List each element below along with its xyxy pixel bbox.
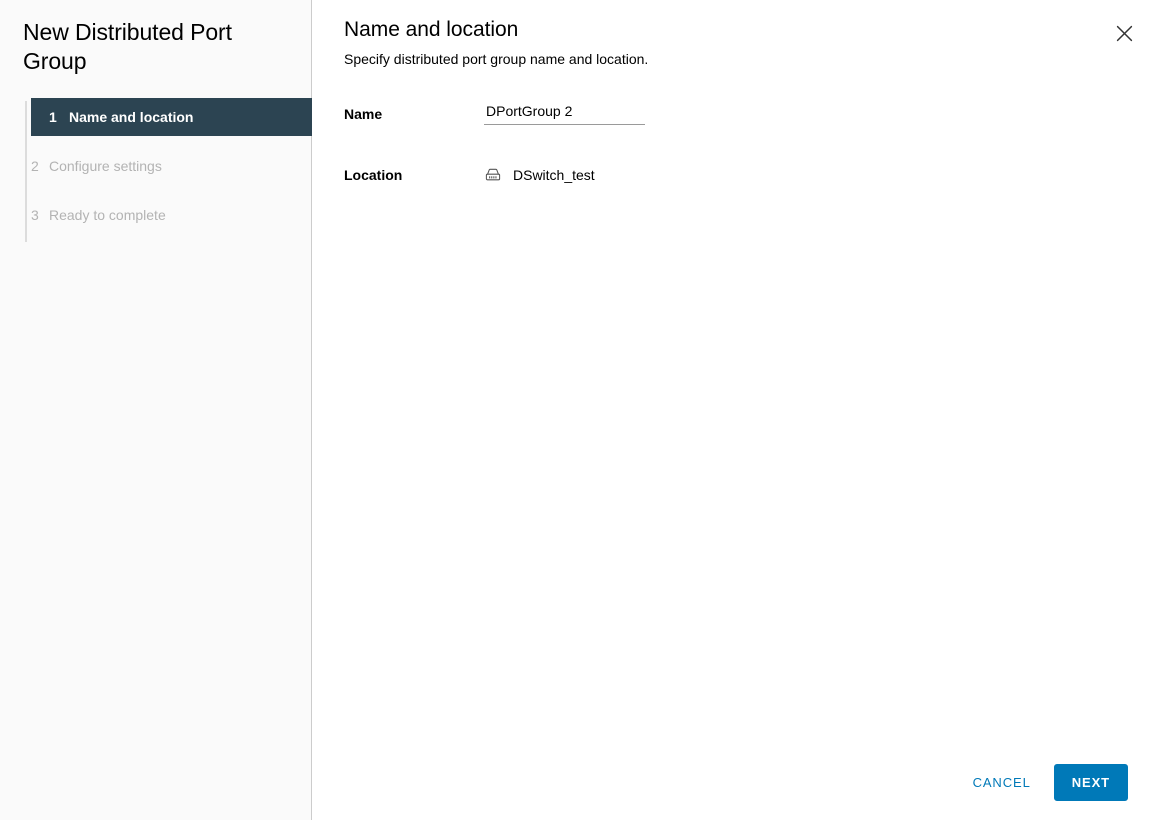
page-subtitle: Specify distributed port group name and …: [344, 51, 649, 67]
name-and-location-form: Name Location: [312, 103, 1151, 196]
page-header: Name and location Specify distributed po…: [312, 0, 1151, 69]
new-distributed-port-group-wizard: New Distributed Port Group 1 Name and lo…: [0, 0, 1151, 820]
location-field-control: DSwitch_test: [484, 164, 1151, 184]
wizard-footer: CANCEL NEXT: [958, 764, 1128, 801]
close-button[interactable]: [1111, 20, 1137, 46]
step-number: 3: [31, 207, 39, 223]
step-label: Ready to complete: [49, 207, 166, 223]
location-field-label: Location: [344, 167, 403, 183]
sidebar-step-name-and-location[interactable]: 1 Name and location: [31, 98, 312, 136]
step-label: Configure settings: [49, 158, 162, 174]
wizard-step-list: 1 Name and location 2 Configure settings…: [0, 98, 312, 242]
next-button[interactable]: NEXT: [1053, 764, 1128, 801]
cancel-button[interactable]: CANCEL: [958, 765, 1046, 800]
wizard-title: New Distributed Port Group: [23, 19, 232, 74]
close-icon: [1116, 25, 1133, 42]
step-number: 1: [49, 109, 57, 125]
name-field-label: Name: [344, 106, 383, 122]
wizard-sidebar: New Distributed Port Group 1 Name and lo…: [0, 0, 312, 820]
name-field-control: [484, 103, 1151, 125]
form-row-name: Name: [344, 103, 1151, 135]
sidebar-step-ready-to-complete[interactable]: 3 Ready to complete: [25, 196, 311, 234]
wizard-main-panel: Name and location Specify distributed po…: [312, 0, 1151, 820]
form-row-location: Location DSwitch_test: [344, 164, 1151, 196]
name-input[interactable]: [484, 103, 645, 125]
page-title: Name and location: [344, 18, 519, 41]
location-value: DSwitch_test: [484, 164, 1151, 184]
sidebar-step-configure-settings[interactable]: 2 Configure settings: [25, 147, 311, 185]
location-name-text: DSwitch_test: [513, 167, 595, 183]
step-number: 2: [31, 158, 39, 174]
step-label: Name and location: [69, 109, 194, 125]
distributed-switch-icon: [484, 166, 502, 184]
